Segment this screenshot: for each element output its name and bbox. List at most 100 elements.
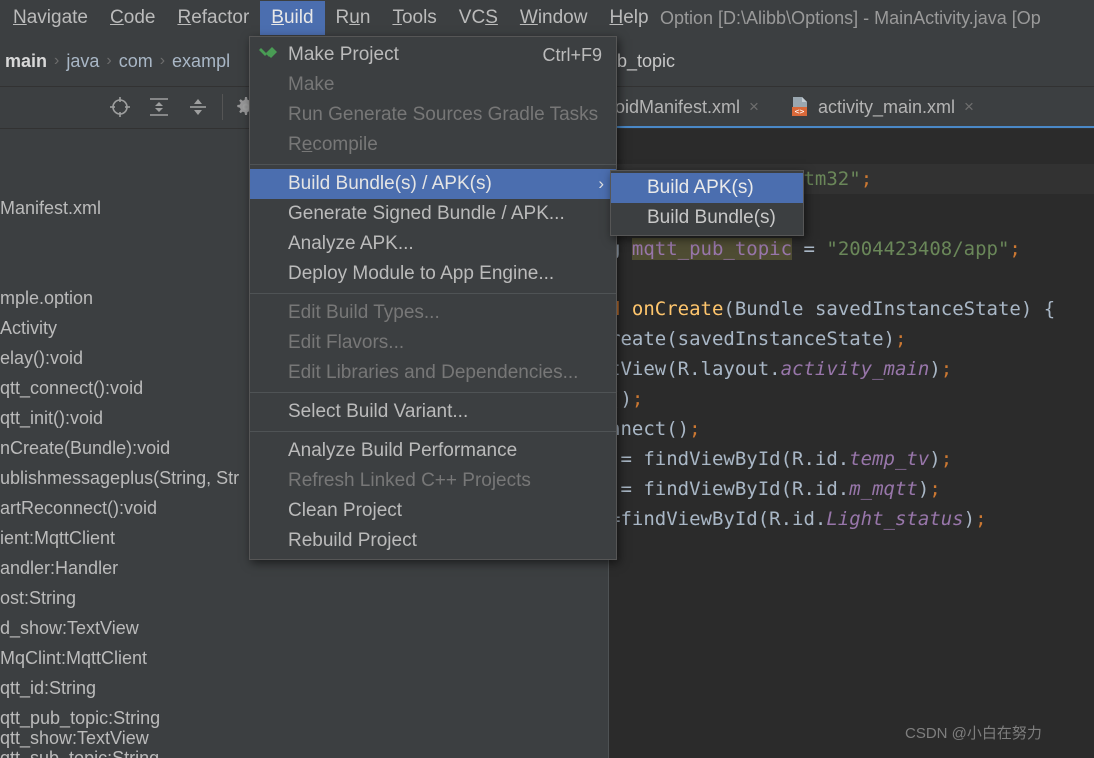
code-token: ; <box>860 168 873 190</box>
code-token: onCreate <box>631 298 724 320</box>
breadcrumb[interactable]: main › java › com › exampl <box>0 36 235 86</box>
menu-item-run-generate-sources-gradle-tasks: Run Generate Sources Gradle Tasks <box>250 100 616 130</box>
code-token: ; <box>1009 238 1021 260</box>
structure-item[interactable]: MqClint:MqttClient <box>0 643 147 673</box>
code-line: =findViewById(R.id.Light_status); <box>609 504 987 534</box>
structure-item[interactable]: elay():void <box>0 343 83 373</box>
code-token: Light_status <box>826 508 964 530</box>
menu-vcs[interactable]: VCS <box>448 1 509 35</box>
active-tab-underline <box>609 126 1094 128</box>
menu-item-label: Edit Libraries and Dependencies... <box>288 362 579 383</box>
menu-separator <box>250 392 616 393</box>
xml-file-icon: <> <box>789 96 811 118</box>
submenu-item-build-apk-s[interactable]: Build APK(s) <box>611 173 803 203</box>
structure-item[interactable]: qtt_sub_topic:String <box>0 743 159 758</box>
structure-item[interactable]: ublishmessageplus(String, Str <box>0 463 239 493</box>
code-token: ; <box>940 358 953 380</box>
menu-tools[interactable]: Tools <box>381 1 447 35</box>
code-token: =findViewById(R.id. <box>609 508 827 530</box>
locate-icon[interactable] <box>108 95 132 119</box>
breadcrumb-item-com[interactable]: com <box>114 51 158 72</box>
structure-item[interactable]: qtt_init():void <box>0 403 103 433</box>
toolbar-divider <box>222 94 223 120</box>
expand-all-icon[interactable] <box>147 95 171 119</box>
menu-item-select-build-variant[interactable]: Select Build Variant... <box>250 397 616 427</box>
editor-tab-manifest[interactable]: oidManifest.xml × <box>609 86 765 128</box>
menu-separator <box>250 431 616 432</box>
menu-item-label: Make Project <box>288 44 399 65</box>
menu-item-label: Analyze Build Performance <box>288 440 518 461</box>
menu-item-analyze-apk[interactable]: Analyze APK... <box>250 229 616 259</box>
code-token: mqtt_pub_topic <box>631 238 793 260</box>
menu-item-generate-signed-bundle-apk[interactable]: Generate Signed Bundle / APK... <box>250 199 616 229</box>
code-line: reate(savedInstanceState); <box>609 324 906 354</box>
structure-item[interactable]: Activity <box>0 313 57 343</box>
code-line: g mqtt_pub_topic = "2004423408/app"; <box>609 234 1021 264</box>
menu-item-shortcut: Ctrl+F9 <box>542 44 602 65</box>
build-menu-popup[interactable]: Make Project Ctrl+F9 Make Run Generate Sour… <box>249 36 617 560</box>
menu-item-label: Make <box>288 74 335 95</box>
menu-build[interactable]: Build <box>260 1 325 35</box>
structure-item[interactable]: ient:MqttClient <box>0 523 115 553</box>
menu-item-rebuild-project[interactable]: Rebuild Project <box>250 526 616 556</box>
menu-item-label: Edit Flavors... <box>288 332 405 353</box>
code-token: "2004423408/app" <box>826 238 1010 260</box>
menu-window[interactable]: Window <box>509 1 599 35</box>
window-title: Option [D:\Alibb\Options] - MainActivity… <box>660 8 1041 28</box>
menu-item-analyze-build-performance[interactable]: Analyze Build Performance <box>250 436 616 466</box>
code-token: savedInstanceState) { <box>803 298 1056 320</box>
menu-item-make-project[interactable]: Make Project Ctrl+F9 <box>250 40 616 70</box>
menu-item-deploy-module-to-app-engine[interactable]: Deploy Module to App Engine... <box>250 259 616 289</box>
submenu-item-build-bundle-s[interactable]: Build Bundle(s) <box>611 203 803 233</box>
menu-item-refresh-linked-c-projects: Refresh Linked C++ Projects <box>250 466 616 496</box>
menu-item-edit-build-types: Edit Build Types... <box>250 298 616 328</box>
structure-item[interactable]: ost:String <box>0 583 76 613</box>
code-token: tView(R.layout. <box>609 358 781 380</box>
structure-item[interactable]: nCreate(Bundle):void <box>0 433 170 463</box>
menu-navigate[interactable]: Navigate <box>2 1 99 35</box>
code-token: ) <box>963 508 976 530</box>
menu-item-label: Clean Project <box>288 500 403 521</box>
menu-item-clean-project[interactable]: Clean Project <box>250 496 616 526</box>
menu-run[interactable]: Run <box>325 1 382 35</box>
menu-help[interactable]: Help <box>598 1 659 35</box>
close-icon[interactable]: × <box>964 97 974 117</box>
breadcrumb-separator: › <box>106 52 112 69</box>
menu-item-label: Run Generate Sources Gradle Tasks <box>288 104 599 125</box>
menu-separator <box>250 293 616 294</box>
structure-item[interactable]: qtt_connect():void <box>0 373 143 403</box>
menu-refactor[interactable]: Refactor <box>166 1 260 35</box>
breadcrumb-right-text: b_topic <box>617 51 676 71</box>
menu-item-label: Rebuild Project <box>288 530 417 551</box>
breadcrumb-item-exampl[interactable]: exampl <box>167 51 235 72</box>
code-line: d onCreate(Bundle savedInstanceState) { <box>609 294 1055 324</box>
code-token: temp_tv <box>849 448 930 470</box>
code-line: = findViewById(R.id.m_mqtt); <box>609 474 941 504</box>
menu-item-label: Build Bundle(s) / APK(s) <box>288 173 492 194</box>
menu-item-build-bundle-s-apk-s[interactable]: Build Bundle(s) / APK(s) › <box>250 169 616 199</box>
structure-item[interactable]: mple.option <box>0 283 93 313</box>
breadcrumb-item-main[interactable]: main <box>0 51 52 72</box>
breadcrumb-item-java[interactable]: java <box>61 51 104 72</box>
collapse-all-icon[interactable] <box>186 95 210 119</box>
main-menu-bar[interactable]: Navigate Code Refactor Build Run Tools VCS Wind… <box>0 0 1094 36</box>
menu-item-label: Recompile <box>288 134 378 155</box>
structure-item[interactable]: d_show:TextView <box>0 613 139 643</box>
breadcrumb-separator: › <box>54 52 60 69</box>
structure-item[interactable]: artReconnect():void <box>0 493 157 523</box>
structure-item[interactable]: qtt_id:String <box>0 673 96 703</box>
code-token: reate(savedInstanceState) <box>609 328 895 350</box>
structure-item[interactable]: andler:Handler <box>0 553 118 583</box>
structure-item[interactable]: Manifest.xml <box>0 193 101 223</box>
editor-tab-strip[interactable]: oidManifest.xml × <> activity_main.xml × <box>609 86 1094 129</box>
close-icon[interactable]: × <box>749 97 759 117</box>
code-line: nnect(); <box>609 414 701 444</box>
editor-tab-label: oidManifest.xml <box>615 96 741 117</box>
code-token: nnect() <box>609 418 690 440</box>
build-apk-submenu[interactable]: Build APK(s) Build Bundle(s) <box>610 170 804 236</box>
code-token: ; <box>929 478 941 500</box>
code-token: = <box>792 238 827 260</box>
code-token: = findViewById(R.id. <box>609 448 850 470</box>
editor-tab-activity-main[interactable]: <> activity_main.xml × <box>783 86 980 128</box>
menu-code[interactable]: Code <box>99 1 166 35</box>
